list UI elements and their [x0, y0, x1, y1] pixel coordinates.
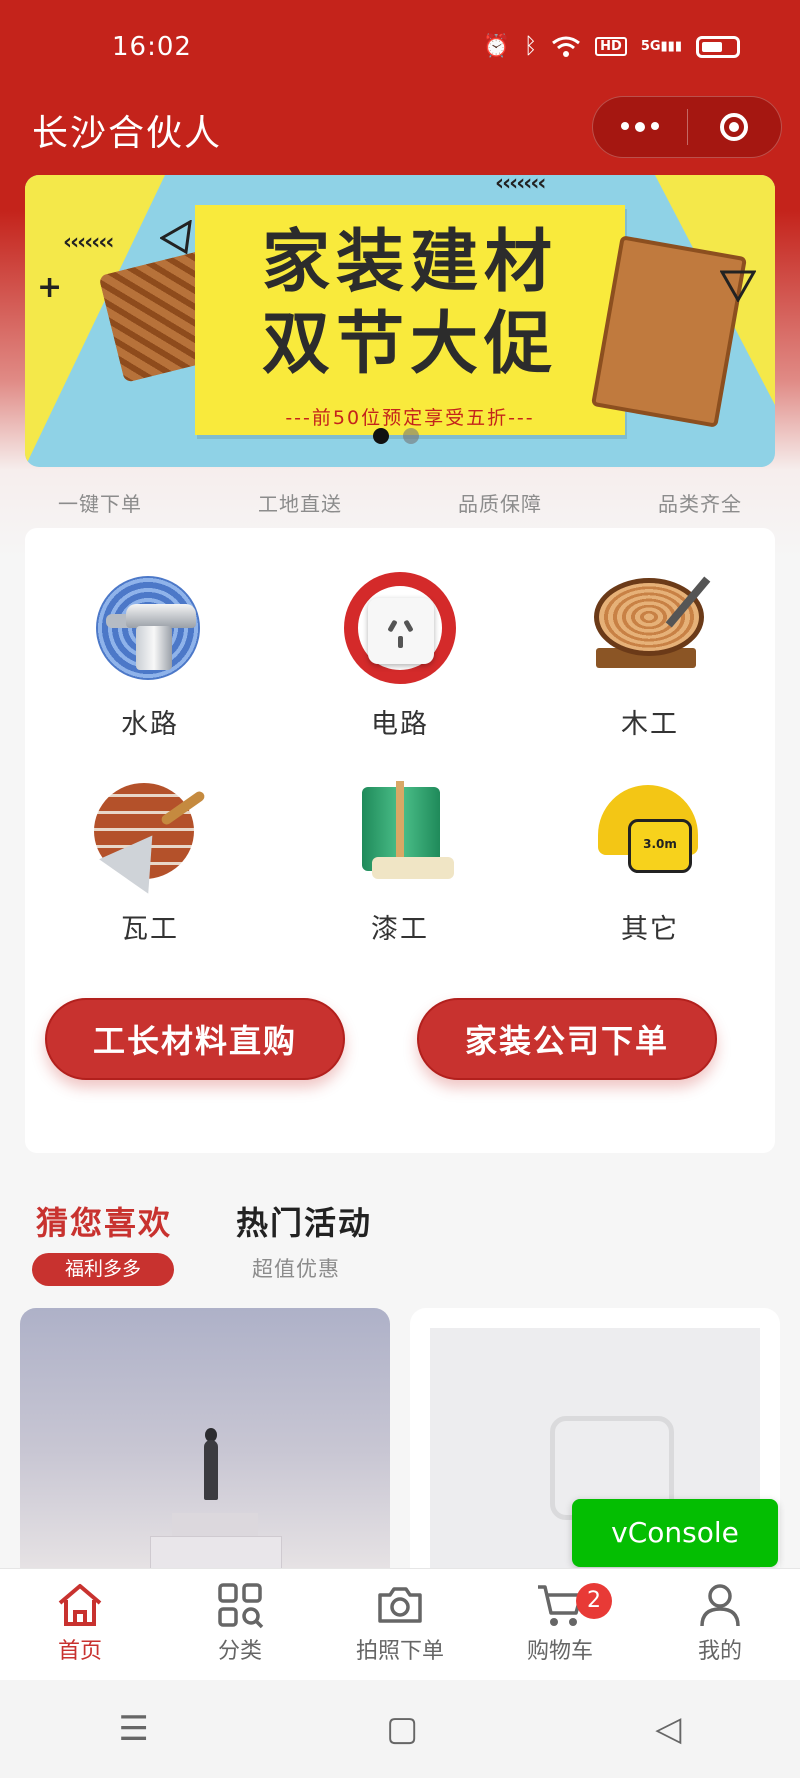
category-label: 水路: [121, 709, 179, 740]
paint-icon: [338, 773, 462, 897]
banner-pagination: [373, 428, 419, 444]
more-button[interactable]: [593, 97, 687, 157]
feature-item: 品质保障: [458, 492, 542, 516]
socket-icon: [338, 568, 462, 692]
page-title: 长沙合伙人: [32, 113, 223, 154]
battery-icon: [696, 35, 740, 58]
tabbar-item-profile[interactable]: 我的: [640, 1569, 800, 1681]
back-icon[interactable]: ◁: [655, 1709, 681, 1749]
title-bar: 长沙合伙人: [0, 96, 800, 176]
bottom-tab-bar: 首页 分类 拍照下单 2 购物车 我的: [0, 1568, 800, 1681]
decor-plus-icon: +: [37, 270, 62, 305]
feature-strip: 一键下单 工地直送 品质保障 品类齐全: [0, 488, 800, 524]
signal-icon: 5G▮▮▮: [640, 39, 682, 54]
tab-guess-you-like-sub: 福利多多: [32, 1253, 174, 1286]
cart-badge: 2: [576, 1583, 612, 1619]
camera-icon: [376, 1581, 424, 1629]
faucet-icon: [88, 568, 212, 692]
home-icon: [56, 1581, 104, 1629]
tabbar-item-category[interactable]: 分类: [160, 1569, 320, 1681]
feature-item: 工地直送: [258, 492, 342, 516]
decor-triangle-icon: [720, 270, 756, 302]
category-painting[interactable]: 漆工: [300, 773, 500, 946]
product-card[interactable]: [20, 1308, 390, 1568]
banner-board: 家装建材 双节大促 ---前50位预定享受五折---: [195, 205, 625, 435]
status-time: 16:02: [112, 32, 192, 62]
feature-item: 品类齐全: [658, 492, 742, 516]
tab-hot-activities-sub: 超值优惠: [252, 1257, 340, 1281]
category-tiling[interactable]: 瓦工: [50, 773, 250, 946]
system-navigation-bar: ☰ ▢ ◁: [0, 1680, 800, 1778]
tabbar-label: 分类: [217, 1639, 262, 1664]
tabbar-item-home[interactable]: 首页: [0, 1569, 160, 1681]
wood-icon: [588, 568, 712, 692]
pedestal: [150, 1536, 282, 1568]
category-electric[interactable]: 电路: [300, 568, 500, 741]
category-label: 电路: [371, 709, 429, 740]
banner-dot-1[interactable]: [373, 428, 389, 444]
hd-badge: HD: [595, 37, 627, 56]
company-order-button[interactable]: 家装公司下单: [417, 998, 717, 1080]
close-miniprogram-button[interactable]: [688, 97, 782, 157]
network-type: 5G: [640, 39, 661, 54]
status-icons: ⏰ ᛒ HD 5G▮▮▮: [483, 34, 740, 59]
decor-triangle-left-icon: [160, 220, 192, 254]
category-label: 木工: [621, 709, 679, 740]
category-other[interactable]: 3.0m 其它: [550, 773, 750, 946]
tab-hot-activities[interactable]: 热门活动: [236, 1198, 372, 1244]
more-dots-icon: [620, 122, 659, 132]
tabbar-item-photo-order[interactable]: 拍照下单: [320, 1569, 480, 1681]
decor-chevrons-icon: ‹‹‹‹‹‹‹: [63, 230, 114, 255]
menu-icon[interactable]: ☰: [119, 1709, 149, 1749]
banner-dot-2[interactable]: [403, 428, 419, 444]
miniprogram-capsule: [592, 96, 782, 158]
bluetooth-icon: ᛒ: [523, 34, 538, 59]
tabbar-label: 首页: [57, 1639, 102, 1664]
alarm-icon: ⏰: [482, 34, 510, 59]
tabbar-label: 我的: [697, 1639, 742, 1664]
category-carpentry[interactable]: 木工: [550, 568, 750, 741]
home-square-icon[interactable]: ▢: [386, 1709, 418, 1749]
category-water[interactable]: 水路: [50, 568, 250, 741]
helmet-icon: 3.0m: [588, 773, 712, 897]
promo-banner[interactable]: ‹‹‹‹‹‹‹ + ‹‹‹‹‹‹‹ 家装建材 双节大促 ---前50位预定享受五…: [25, 175, 775, 467]
banner-subtitle: ---前50位预定享受五折---: [285, 407, 535, 429]
vconsole-button[interactable]: vConsole: [572, 1499, 778, 1567]
tabbar-label: 拍照下单: [355, 1639, 444, 1664]
feature-item: 一键下单: [58, 492, 142, 516]
tabbar-label: 购物车: [526, 1639, 593, 1664]
direct-buy-button[interactable]: 工长材料直购: [45, 998, 345, 1080]
status-bar: 16:02 ⏰ ᛒ HD 5G▮▮▮: [0, 0, 800, 100]
category-icon: [216, 1581, 264, 1629]
user-icon: [696, 1581, 744, 1629]
trowel-icon: [88, 773, 212, 897]
banner-title-line2: 双节大促: [261, 305, 558, 384]
decor-chevrons-top-icon: ‹‹‹‹‹‹‹: [495, 175, 546, 196]
tab-guess-you-like[interactable]: 猜您喜欢: [36, 1198, 172, 1244]
target-icon: [720, 113, 749, 141]
tabbar-item-cart[interactable]: 2 购物车: [480, 1569, 640, 1681]
category-label: 漆工: [371, 914, 429, 945]
category-card: 水路 电路 木工 瓦工 漆工 3.0m 其它 工长材料直购 家装公司下单: [25, 528, 775, 1153]
category-label: 瓦工: [121, 914, 179, 945]
category-label: 其它: [621, 914, 679, 945]
banner-title-line1: 家装建材: [261, 223, 558, 302]
person-figure: [204, 1440, 218, 1500]
wifi-icon: [552, 36, 581, 57]
